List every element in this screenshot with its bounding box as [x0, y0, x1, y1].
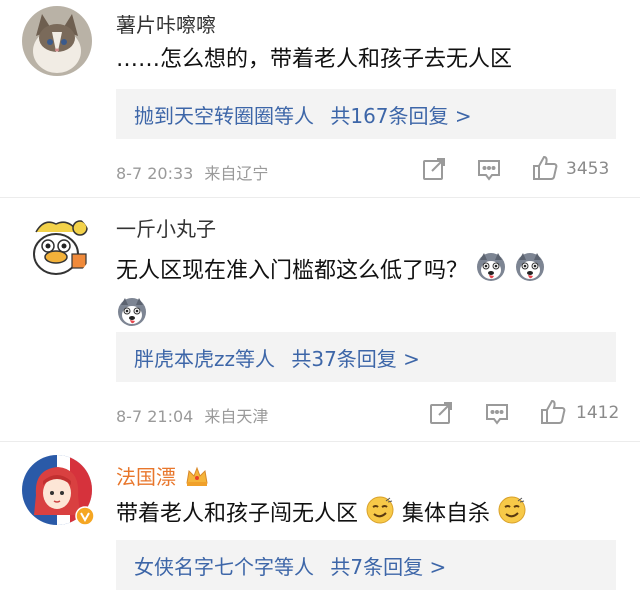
smirk-emoji-icon [365, 495, 395, 534]
reply-users: 女侠名字七个字等人 [134, 555, 314, 579]
comment-text-part1: 带着老人和孩子闯无人区 [116, 501, 359, 527]
username-text: 法国漂 [116, 465, 176, 489]
verified-badge-icon [75, 506, 95, 530]
comment-text: 带着老人和孩子闯无人区 集体自杀 [116, 495, 527, 534]
reply-count: 共7条回复 > [330, 555, 447, 579]
reply-summary-box[interactable]: 女侠名字七个字等人 共7条回复 > [116, 540, 616, 590]
smirk-emoji-icon [497, 495, 527, 534]
crown-icon [184, 465, 210, 492]
reply-summary-link[interactable]: 女侠名字七个字等人 共7条回复 > [134, 551, 446, 580]
comment-3: 法国漂 带着老人和孩子闯无人区 集体自杀 女侠名字七个字等人 共7条回复 > [0, 0, 640, 600]
comment-username[interactable]: 法国漂 [116, 461, 210, 492]
comment-text-part2: 集体自杀 [402, 501, 491, 527]
